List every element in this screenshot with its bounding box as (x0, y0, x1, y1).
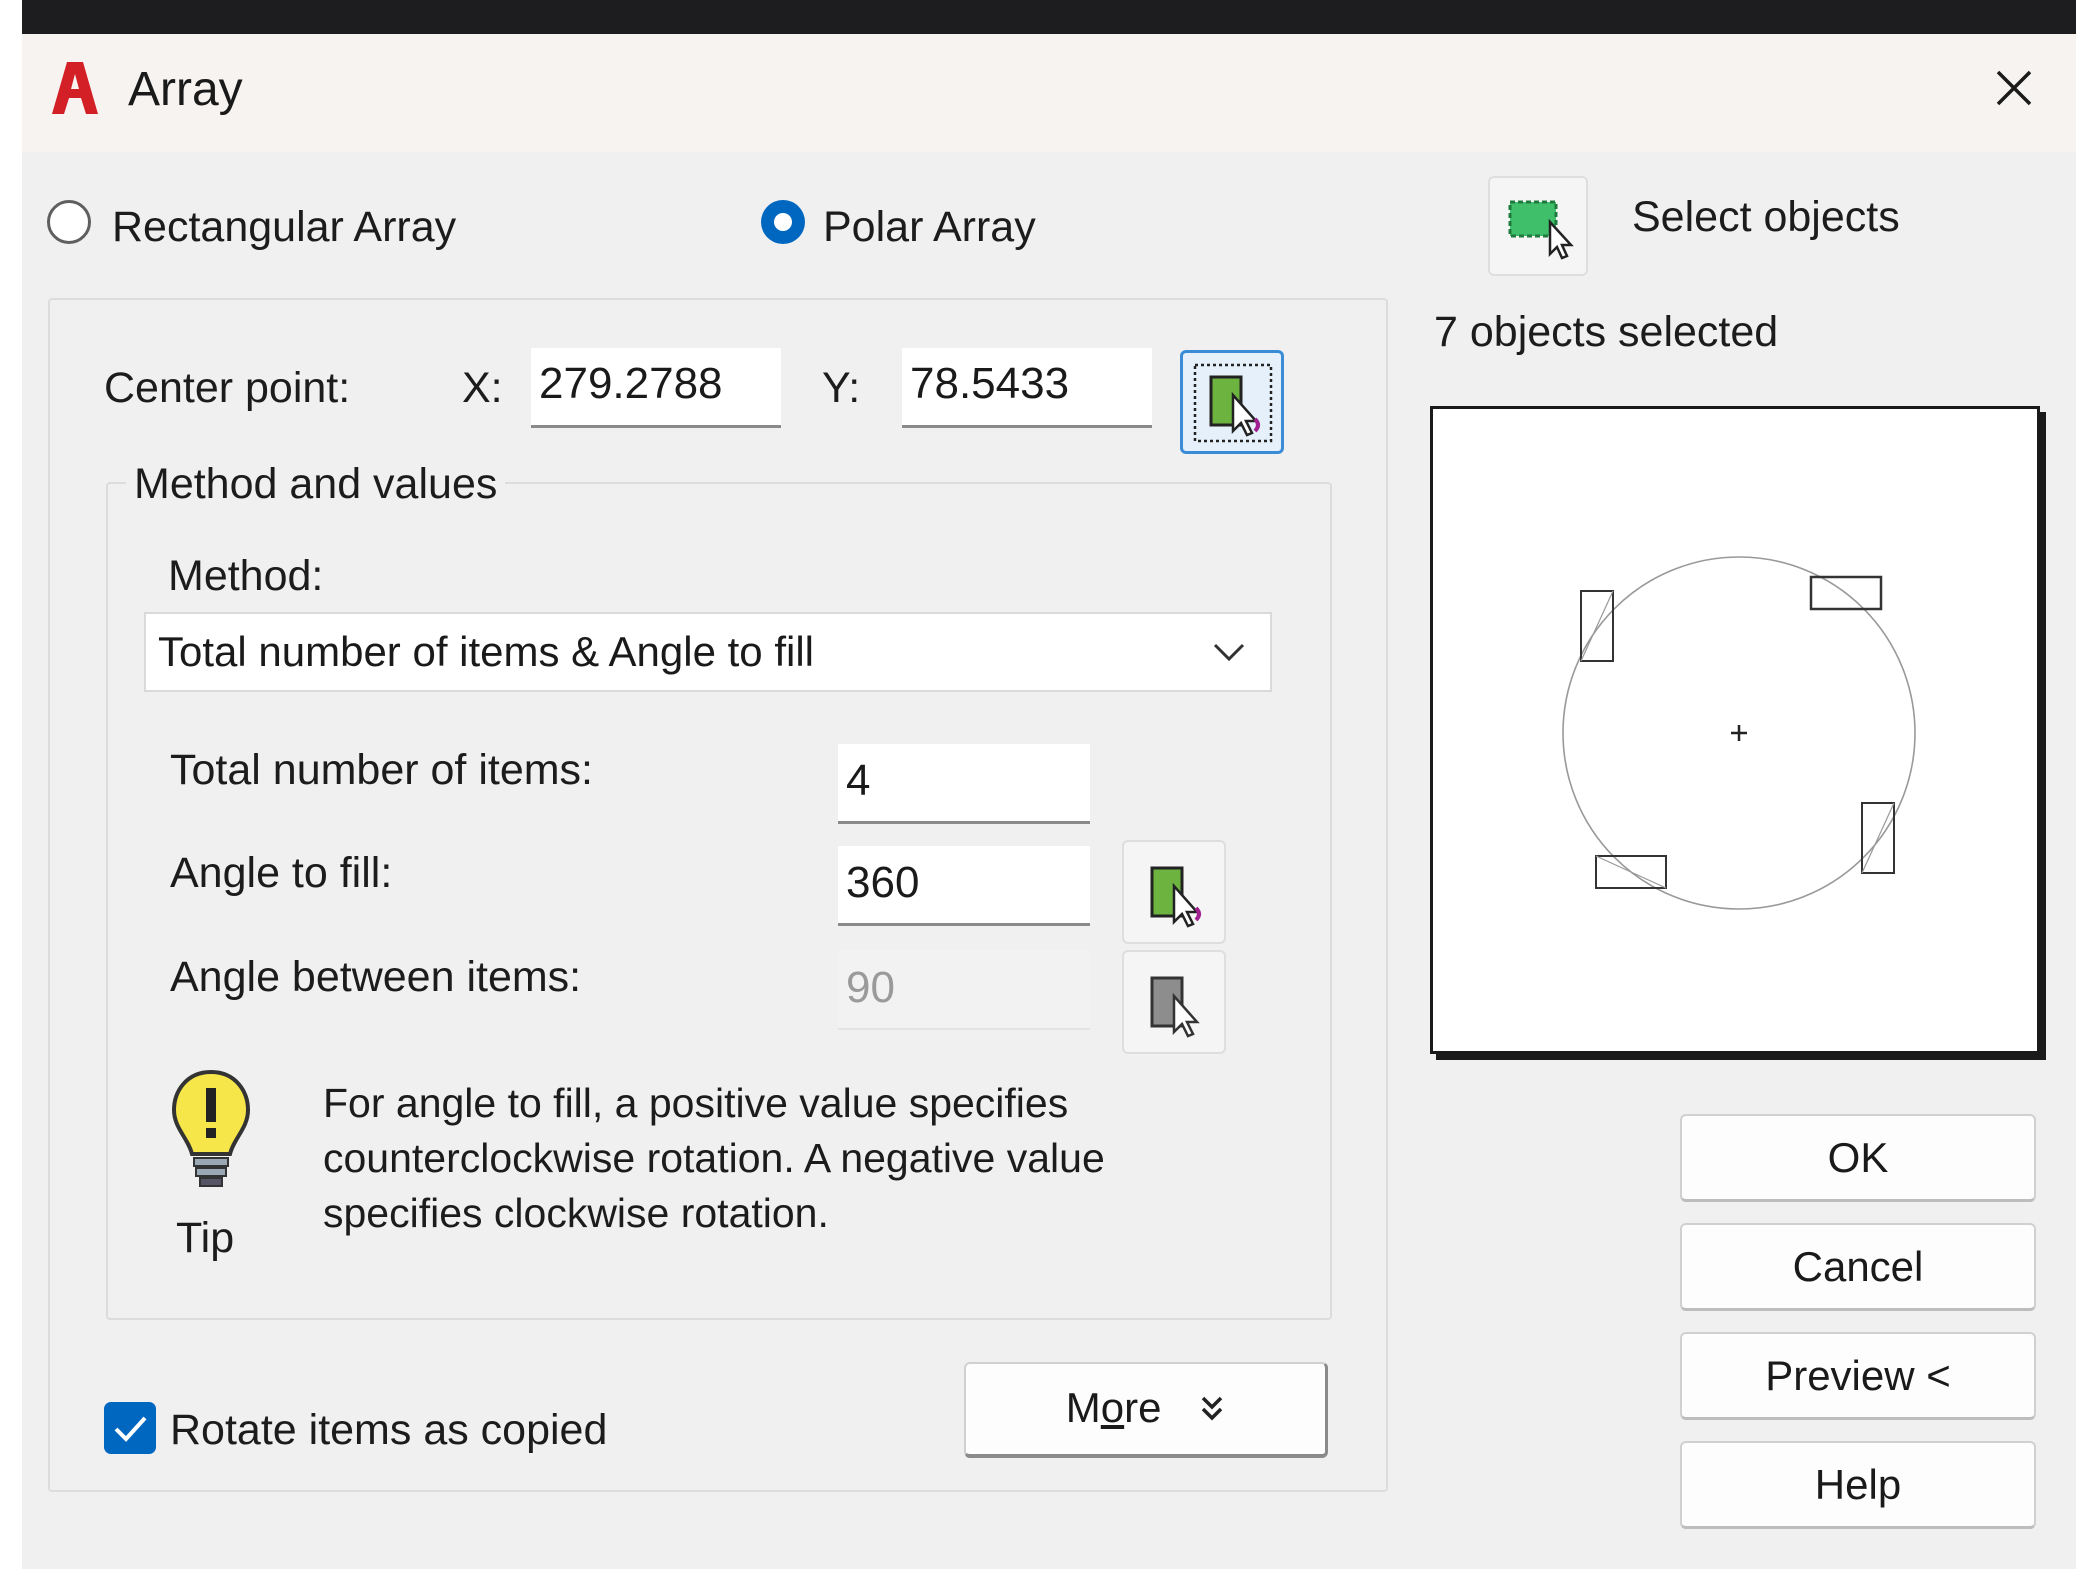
method-select[interactable]: Total number of items & Angle to fill (144, 612, 1272, 692)
total-items-input[interactable]: 4 (838, 744, 1090, 824)
preview-button[interactable]: Preview < (1680, 1332, 2036, 1420)
method-select-value: Total number of items & Angle to fill (158, 628, 814, 675)
rectangular-array-label[interactable]: Rectangular Array (112, 203, 456, 252)
tip-label: Tip (176, 1214, 235, 1262)
angle-to-fill-input[interactable]: 360 (838, 846, 1090, 926)
background-window-strip (22, 0, 2076, 34)
center-y-label: Y: (822, 364, 861, 412)
double-chevron-down-icon (1201, 1396, 1223, 1421)
checkmark-icon (114, 1416, 147, 1442)
tip-text-line2: counterclockwise rotation. A negative va… (323, 1135, 1105, 1181)
center-point-label: Center point: (104, 364, 351, 412)
chevron-down-icon (1213, 643, 1245, 662)
rotate-items-label[interactable]: Rotate items as copied (170, 1406, 607, 1455)
pick-center-point-button[interactable] (1180, 350, 1284, 454)
method-label: Method: (168, 552, 324, 600)
pick-angle-between-button[interactable] (1122, 950, 1226, 1054)
select-objects-label: Select objects (1632, 193, 1900, 241)
polar-array-label[interactable]: Polar Array (823, 203, 1036, 252)
select-objects-button[interactable] (1488, 176, 1588, 276)
lightbulb-tip-icon (171, 1069, 251, 1187)
angle-between-input: 90 (838, 950, 1090, 1030)
center-y-input[interactable]: 78.5433 (902, 348, 1152, 428)
rotate-items-checkbox[interactable] (104, 1402, 156, 1454)
total-items-label: Total number of items: (170, 746, 594, 794)
close-icon[interactable] (1990, 64, 2038, 112)
more-button[interactable]: More (964, 1362, 1328, 1458)
polar-array-radio[interactable] (761, 200, 805, 244)
ok-button[interactable]: OK (1680, 1114, 2036, 1202)
dialog-title: Array (128, 63, 243, 116)
help-button[interactable]: Help (1680, 1441, 2036, 1529)
angle-between-label: Angle between items: (170, 953, 582, 1001)
rectangular-array-radio[interactable] (47, 200, 91, 244)
pick-angle-disabled-icon (1150, 976, 1200, 1038)
method-values-title: Method and values (126, 460, 506, 509)
title-bar (22, 34, 2076, 152)
select-objects-icon (1508, 200, 1574, 260)
pick-angle-icon (1150, 866, 1201, 928)
array-preview (1430, 406, 2040, 1054)
pick-angle-to-fill-button[interactable] (1122, 840, 1226, 944)
cancel-button[interactable]: Cancel (1680, 1223, 2036, 1311)
pick-point-icon (1193, 363, 1273, 443)
tip-text-line1: For angle to fill, a positive value spec… (323, 1080, 1069, 1126)
tip-text-line3: specifies clockwise rotation. (323, 1190, 829, 1236)
center-x-label: X: (462, 364, 503, 412)
selection-status: 7 objects selected (1434, 308, 1779, 356)
polar-array-preview-graphic (1562, 556, 1916, 910)
autocad-logo-icon (52, 62, 98, 114)
center-x-input[interactable]: 279.2788 (531, 348, 781, 428)
angle-to-fill-label: Angle to fill: (170, 849, 393, 897)
